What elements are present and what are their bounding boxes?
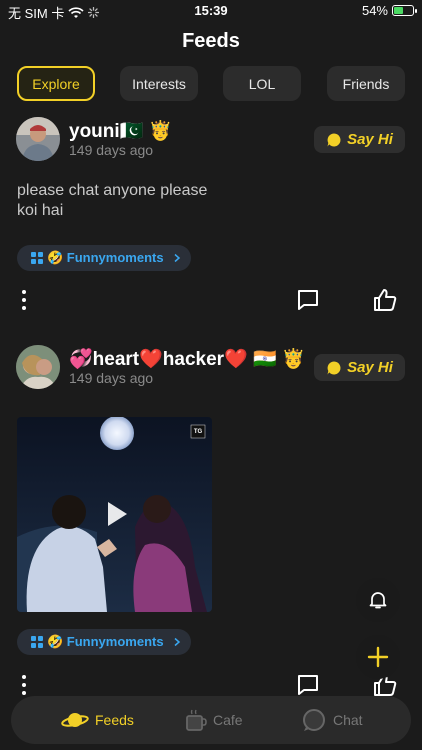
chevron-right-icon [174, 637, 180, 647]
say-hi-label: Say Hi [347, 131, 393, 148]
tab-friends[interactable]: Friends [327, 66, 405, 101]
status-bar: 无 SIM 卡 15:39 54% [0, 0, 422, 22]
comment-icon[interactable] [296, 673, 320, 697]
more-options-icon[interactable] [16, 289, 32, 311]
post-text: please chat anyone please koi hai [17, 181, 397, 221]
bottom-nav: Feeds Cafe Chat [11, 696, 411, 744]
post-time: 149 days ago [69, 370, 154, 386]
battery-icon [392, 5, 417, 16]
grid-icon [31, 636, 43, 648]
nav-cafe-label: Cafe [213, 712, 243, 728]
nav-cafe[interactable]: Cafe [185, 696, 243, 744]
feed-tabs: Explore Interests LOL Friends [17, 66, 405, 101]
chevron-right-icon [174, 253, 180, 263]
status-right: 54% [361, 3, 417, 18]
chat-icon [303, 709, 325, 731]
topic-tag[interactable]: 🤣 Funnymoments [17, 245, 191, 271]
comment-icon[interactable] [296, 288, 320, 312]
topic-tag[interactable]: 🤣 Funnymoments [17, 629, 191, 655]
bell-icon [369, 592, 387, 609]
video-thumbnail[interactable]: TG [17, 417, 212, 612]
nav-feeds[interactable]: Feeds [61, 696, 134, 744]
topic-label: 🤣 Funnymoments [47, 250, 164, 265]
post-text-line: koi hai [17, 202, 64, 219]
post-time: 149 days ago [69, 142, 154, 158]
more-options-icon[interactable] [16, 674, 32, 696]
battery-percent: 54% [361, 3, 388, 18]
nav-chat[interactable]: Chat [301, 696, 363, 744]
chat-bubble-icon [327, 133, 341, 146]
avatar[interactable] [16, 117, 60, 161]
say-hi-button[interactable]: Say Hi [314, 126, 405, 153]
chat-bubble-icon [327, 361, 341, 374]
username[interactable]: 💞heart❤️hacker❤️ 🇮🇳 🤴 [69, 347, 306, 371]
tab-explore[interactable]: Explore [17, 66, 95, 101]
coffee-cup-icon [186, 709, 207, 731]
thumbs-up-icon[interactable] [373, 288, 397, 312]
say-hi-button[interactable]: Say Hi [314, 354, 405, 381]
notifications-button[interactable] [356, 578, 400, 622]
avatar[interactable] [16, 345, 60, 389]
username[interactable]: youni🇵🇰 🤴 [69, 119, 172, 143]
say-hi-label: Say Hi [347, 359, 393, 376]
page-title: Feeds [182, 30, 240, 52]
nav-chat-label: Chat [333, 712, 363, 728]
planet-icon [61, 713, 89, 727]
topic-label: 🤣 Funnymoments [47, 634, 164, 649]
grid-icon [31, 252, 43, 264]
create-post-button[interactable] [356, 635, 400, 679]
status-time: 15:39 [194, 3, 228, 18]
video-badge: TG [194, 429, 203, 435]
post-actions [0, 285, 422, 315]
post-text-line: please chat anyone please [17, 182, 208, 199]
tab-interests[interactable]: Interests [120, 66, 198, 101]
tab-lol[interactable]: LOL [223, 66, 301, 101]
plus-icon [367, 646, 389, 668]
nav-feeds-label: Feeds [95, 712, 134, 728]
play-icon[interactable] [101, 499, 131, 529]
